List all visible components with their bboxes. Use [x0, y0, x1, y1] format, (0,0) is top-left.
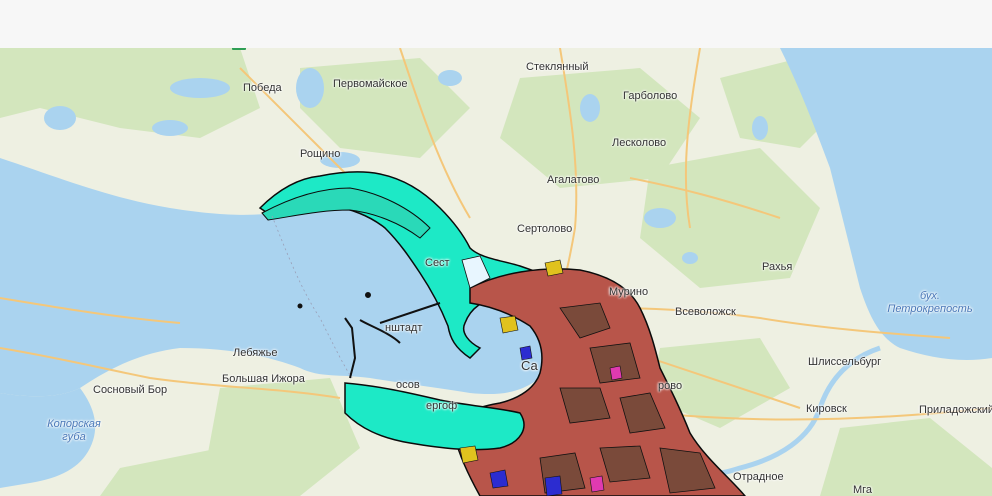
place-label: ергоф: [426, 400, 458, 412]
water-label-koporskaya: Копорская губа: [47, 418, 101, 443]
place-label: рово: [658, 380, 683, 392]
place-label: Лесколово: [612, 137, 667, 149]
place-label: Рощино: [300, 148, 341, 160]
place-label: Первомайское: [333, 78, 408, 90]
place-label: Отрадное: [733, 471, 784, 483]
place-label: Всеволожск: [675, 306, 736, 318]
place-label: Победа: [243, 82, 282, 94]
place-label: Сертолово: [517, 223, 573, 235]
place-label: Рахья: [762, 261, 793, 273]
map-marker-green[interactable]: [232, 48, 246, 50]
place-label: Большая Ижора: [222, 373, 305, 385]
place-label: Мга: [853, 484, 873, 496]
place-label: Агалатово: [547, 174, 600, 186]
place-label: Мурино: [609, 286, 649, 298]
place-label: Стеклянный: [526, 61, 589, 73]
place-label: Сосновый Бор: [93, 384, 168, 396]
top-bar: [0, 0, 992, 49]
water-label-petrokrepost: бух. Петрокрепость: [887, 290, 973, 315]
place-label: Гарболово: [623, 90, 678, 102]
map-view[interactable]: Стеклянный Победа Первомайское Гарболово…: [0, 48, 992, 496]
place-label: Приладожский: [919, 404, 992, 416]
place-label: нштадт: [385, 322, 423, 334]
place-label: Лебяжье: [233, 347, 278, 359]
place-label: Сест: [425, 257, 450, 269]
place-label: Шлиссельбург: [808, 356, 882, 368]
place-label: Са: [521, 358, 538, 373]
place-label: Кировск: [806, 403, 847, 415]
map-canvas: [0, 48, 992, 496]
place-label: осов: [396, 379, 420, 391]
